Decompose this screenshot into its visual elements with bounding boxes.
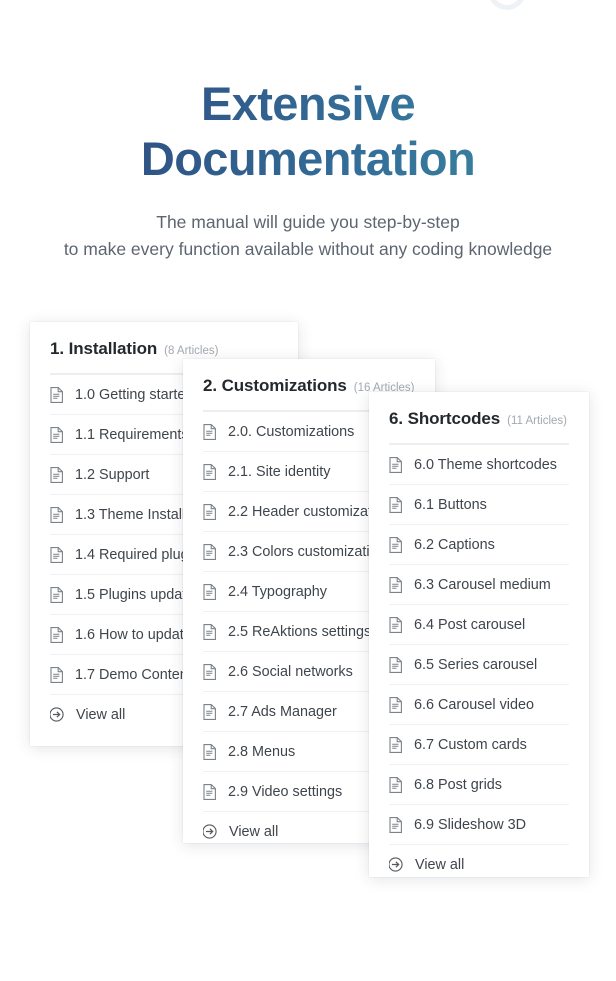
document-icon bbox=[389, 816, 402, 833]
article-label: 6.6 Carousel video bbox=[414, 696, 534, 713]
document-icon bbox=[50, 626, 63, 643]
card-title: 6. Shortcodes bbox=[389, 409, 501, 428]
article-list-item[interactable]: 6.1 Buttons bbox=[389, 485, 569, 525]
document-icon bbox=[389, 536, 402, 553]
article-list-item[interactable]: 6.4 Post carousel bbox=[389, 605, 569, 645]
document-icon bbox=[389, 496, 402, 513]
doc-category-card-shortcodes[interactable]: 6. Shortcodes (11 Articles) 6.0 Theme sh… bbox=[369, 392, 589, 877]
document-icon bbox=[50, 466, 63, 483]
article-label: 1.0 Getting started bbox=[75, 386, 194, 403]
document-icon bbox=[203, 623, 216, 640]
card-article-count: (11 Articles) bbox=[507, 415, 567, 427]
article-label: 6.8 Post grids bbox=[414, 776, 502, 793]
article-list-item[interactable]: 6.3 Carousel medium bbox=[389, 565, 569, 605]
card-header: 6. Shortcodes (11 Articles) bbox=[369, 392, 589, 429]
document-icon bbox=[50, 666, 63, 683]
article-label: 6.2 Captions bbox=[414, 536, 495, 553]
document-icon bbox=[50, 506, 63, 523]
document-icon bbox=[389, 616, 402, 633]
article-label: 6.5 Series carousel bbox=[414, 656, 538, 673]
article-label: 6.1 Buttons bbox=[414, 496, 487, 513]
card-title: 1. Installation bbox=[50, 339, 158, 358]
article-label: 2.3 Colors customization bbox=[228, 543, 386, 560]
article-label: 1.7 Demo Content bbox=[75, 666, 192, 683]
card-header: 2. Customizations (16 Articles) bbox=[183, 359, 435, 396]
article-label: 6.0 Theme shortcodes bbox=[414, 456, 557, 473]
document-icon bbox=[389, 456, 402, 473]
document-icon bbox=[50, 546, 63, 563]
page-subtitle-line-2: to make every function available without… bbox=[63, 238, 553, 259]
article-list-item[interactable]: 6.9 Slideshow 3D bbox=[389, 805, 569, 845]
view-all-label: View all bbox=[229, 823, 279, 840]
document-icon bbox=[50, 426, 63, 443]
document-icon bbox=[203, 503, 216, 520]
document-icon bbox=[389, 696, 402, 713]
document-icon bbox=[203, 743, 216, 760]
page-title: Extensive Documentation bbox=[0, 0, 616, 187]
document-icon bbox=[203, 543, 216, 560]
article-label: 6.7 Custom cards bbox=[414, 736, 527, 753]
article-label: 2.5 ReAktions settings bbox=[228, 623, 372, 640]
card-article-list: 6.0 Theme shortcodes 6.1 Buttons 6.2 Capti… bbox=[369, 445, 589, 884]
article-label: 1.6 How to update bbox=[75, 626, 192, 643]
page-title-line-1: Extensive bbox=[200, 77, 416, 130]
document-icon bbox=[50, 386, 63, 403]
article-label: 2.8 Menus bbox=[228, 743, 296, 760]
view-all-link[interactable]: View all bbox=[389, 845, 569, 884]
article-label: 2.2 Header customization bbox=[228, 503, 392, 520]
article-label: 2.4 Typography bbox=[228, 583, 327, 600]
article-list-item[interactable]: 6.6 Carousel video bbox=[389, 685, 569, 725]
hero-section: Extensive Documentation The manual will … bbox=[0, 0, 616, 262]
article-label: 6.3 Carousel medium bbox=[414, 576, 551, 593]
article-label: 2.6 Social networks bbox=[228, 663, 353, 680]
document-icon bbox=[203, 703, 216, 720]
article-list-item[interactable]: 6.7 Custom cards bbox=[389, 725, 569, 765]
page-subtitle: The manual will guide you step-by-step t… bbox=[0, 187, 616, 262]
article-label: 1.5 Plugins update bbox=[75, 586, 195, 603]
document-icon bbox=[203, 663, 216, 680]
card-header: 1. Installation (8 Articles) bbox=[30, 322, 298, 359]
card-title: 2. Customizations bbox=[203, 376, 347, 395]
article-label: 2.7 Ads Manager bbox=[228, 703, 337, 720]
article-label: 6.9 Slideshow 3D bbox=[414, 816, 526, 833]
article-label: 2.1. Site identity bbox=[228, 463, 331, 480]
article-list-item[interactable]: 6.5 Series carousel bbox=[389, 645, 569, 685]
document-icon bbox=[50, 586, 63, 603]
view-all-label: View all bbox=[76, 706, 126, 723]
document-icon bbox=[203, 583, 216, 600]
article-label: 1.1 Requirements bbox=[75, 426, 189, 443]
document-icon bbox=[389, 736, 402, 753]
article-label: 6.4 Post carousel bbox=[414, 616, 526, 633]
arrow-circle-right-icon bbox=[389, 857, 403, 872]
article-list-item[interactable]: 6.2 Captions bbox=[389, 525, 569, 565]
article-list-item[interactable]: 6.0 Theme shortcodes bbox=[389, 445, 569, 485]
document-icon bbox=[389, 776, 402, 793]
card-article-count: (8 Articles) bbox=[164, 345, 219, 357]
article-label: 2.0. Customizations bbox=[228, 423, 355, 440]
article-label: 1.2 Support bbox=[75, 466, 150, 483]
arrow-circle-right-icon bbox=[203, 824, 217, 839]
view-all-label: View all bbox=[415, 856, 465, 873]
document-icon bbox=[389, 656, 402, 673]
arrow-circle-right-icon bbox=[50, 707, 64, 722]
page-subtitle-line-1: The manual will guide you step-by-step bbox=[156, 211, 460, 232]
document-icon bbox=[203, 783, 216, 800]
document-icon bbox=[203, 463, 216, 480]
article-label: 2.9 Video settings bbox=[228, 783, 343, 800]
page-title-line-2: Documentation bbox=[140, 132, 476, 186]
document-icon bbox=[203, 423, 216, 440]
article-list-item[interactable]: 6.8 Post grids bbox=[389, 765, 569, 805]
document-icon bbox=[389, 576, 402, 593]
